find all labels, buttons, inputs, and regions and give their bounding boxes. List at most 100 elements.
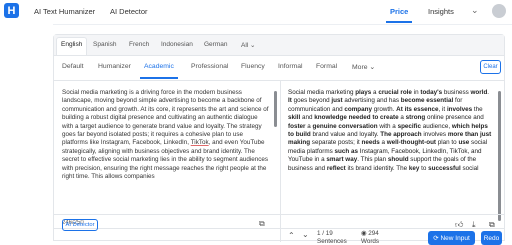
clear-button[interactable]: Clear <box>480 60 501 74</box>
output-text-segment: its brand identity. The <box>345 164 409 172</box>
mode-academic[interactable]: Academic <box>144 63 174 70</box>
pane-divider <box>280 80 281 242</box>
output-text-segment: a <box>398 114 406 122</box>
mode-informal[interactable]: Informal <box>278 63 303 70</box>
words-stat: ◉ 294 <box>361 230 379 237</box>
output-text-segment: Social media marketing <box>288 89 356 96</box>
mode-default[interactable]: Default <box>62 63 84 70</box>
output-changed-phrase: well-thought-out <box>386 139 437 147</box>
lang-all-label: All <box>241 42 249 49</box>
output-text-segment: with a <box>377 122 398 130</box>
output-scrollbar[interactable] <box>498 91 501 221</box>
output-text-segment: . <box>487 89 490 96</box>
output-changed-phrase: reflect <box>326 164 346 172</box>
mode-professional[interactable]: Professional <box>191 63 228 70</box>
language-tabs: English Spanish French Indonesian German… <box>54 35 504 56</box>
output-changed-phrase: skill <box>288 114 301 122</box>
chevron-down-icon: ⌄ <box>250 42 256 49</box>
thumbs-up-icon[interactable]: 👍︎ <box>455 220 463 230</box>
mode-humanizer[interactable]: Humanizer <box>98 63 131 70</box>
price-active-indicator <box>386 21 412 23</box>
mode-more-label: More <box>352 64 368 71</box>
mode-fluency[interactable]: Fluency <box>241 63 265 70</box>
lang-tab-indonesian[interactable]: Indonesian <box>161 41 193 48</box>
new-input-button[interactable]: ⟳ New Input <box>428 231 475 245</box>
ai-detector-button[interactable]: AI Detector <box>62 219 98 231</box>
output-text-segment: to <box>419 164 429 172</box>
words-value: 294 <box>368 230 379 237</box>
lang-tab-spanish[interactable]: Spanish <box>93 41 117 48</box>
lang-tab-all[interactable]: All ⌄ <box>241 41 256 49</box>
output-changed-phrase: today's <box>420 89 443 96</box>
output-changed-phrase: key <box>408 164 420 172</box>
output-changed-phrase: foster <box>288 122 306 130</box>
sentences-label: Sentences <box>317 238 347 245</box>
input-text-before: Social media marketing is a driving forc… <box>62 89 269 147</box>
output-changed-phrase: use <box>458 139 470 147</box>
output-changed-phrase: should <box>387 156 409 164</box>
output-changed-phrase: company <box>344 105 373 113</box>
output-text-segment: brand value and loyalty. <box>310 131 381 139</box>
footer-divider <box>53 214 505 215</box>
output-changed-phrase: successful <box>428 164 461 172</box>
output-text-segment: , it <box>438 105 447 113</box>
output-text-segment: plan to <box>436 139 459 147</box>
redo-button[interactable]: Redo <box>481 231 502 245</box>
output-text-segment: separate posts; it <box>310 139 362 147</box>
copy-icon[interactable]: ⧉ <box>489 220 495 230</box>
nav-ai-detector[interactable]: AI Detector <box>110 7 148 16</box>
output-text-segment: online presence and <box>425 114 484 122</box>
lang-tab-english[interactable]: English <box>61 41 82 48</box>
output-changed-phrase: world <box>470 89 488 96</box>
input-scrollbar[interactable] <box>274 91 277 127</box>
output-changed-phrase: just <box>331 97 343 105</box>
output-text-segment: goes beyond <box>291 97 332 105</box>
radio-icon: ◉ <box>361 230 367 237</box>
output-changed-phrase: smart way <box>326 156 358 164</box>
output-changed-phrase: knowledge needed to create <box>314 114 399 122</box>
nav-insights[interactable]: Insights <box>428 7 454 16</box>
download-icon[interactable]: ⤓ <box>472 220 476 230</box>
mode-formal[interactable]: Formal <box>316 63 337 70</box>
mode-more[interactable]: More ⌄ <box>352 63 375 71</box>
output-changed-phrase: The approach <box>380 131 422 139</box>
output-text-segment: social <box>460 164 479 172</box>
lang-tab-french[interactable]: French <box>129 41 149 48</box>
output-text-segment: a <box>379 139 387 147</box>
output-changed-phrase: genuine conversation <box>312 122 378 130</box>
new-input-label: New Input <box>440 234 470 242</box>
output-text-segment: involves <box>421 131 448 139</box>
output-text-segment: advertising and has <box>342 97 401 105</box>
nav-ai-text-humanizer[interactable]: AI Text Humanizer <box>34 7 95 16</box>
chevron-down-icon[interactable]: ⌄ <box>302 230 309 239</box>
words-label: Words <box>361 238 380 245</box>
lang-tab-german[interactable]: German <box>204 41 227 48</box>
left-gutter <box>0 24 53 241</box>
output-text-segment: growth. <box>372 105 397 113</box>
chevron-down-icon: ⌄ <box>369 64 376 71</box>
output-changed-phrase: specific <box>397 122 422 130</box>
output-changed-phrase: crucial role <box>378 89 412 96</box>
avatar[interactable] <box>492 4 506 18</box>
output-text-segment: and <box>300 114 315 122</box>
chevron-up-icon[interactable]: ⌃ <box>288 231 295 240</box>
output-text-segment: the <box>472 105 483 113</box>
output-changed-phrase: become essential <box>400 97 454 105</box>
input-textarea[interactable]: Social media marketing is a driving forc… <box>62 89 270 217</box>
nav-price[interactable]: Price <box>390 7 408 16</box>
sentences-value: 1 / 19 <box>317 230 333 237</box>
output-changed-phrase: plays <box>355 89 372 96</box>
chevron-down-icon[interactable]: ⌄ <box>471 5 479 16</box>
editor-panel: English Spanish French Indonesian German… <box>53 34 505 245</box>
output-text-segment: audience, <box>421 122 452 130</box>
output-changed-phrase: involves <box>446 105 473 113</box>
logo-letter: H <box>7 4 16 17</box>
mode-tabs: Default Humanizer Academic Professional … <box>54 55 504 81</box>
mode-active-indicator <box>140 77 178 79</box>
output-text-segment: business <box>442 89 471 96</box>
output-changed-phrase: At its essence <box>396 105 439 113</box>
output-changed-phrase: strong <box>405 114 426 122</box>
logo[interactable]: H <box>4 3 19 18</box>
output-text: Social media marketing plays a crucial r… <box>288 89 494 217</box>
output-text-segment: a <box>305 122 313 130</box>
